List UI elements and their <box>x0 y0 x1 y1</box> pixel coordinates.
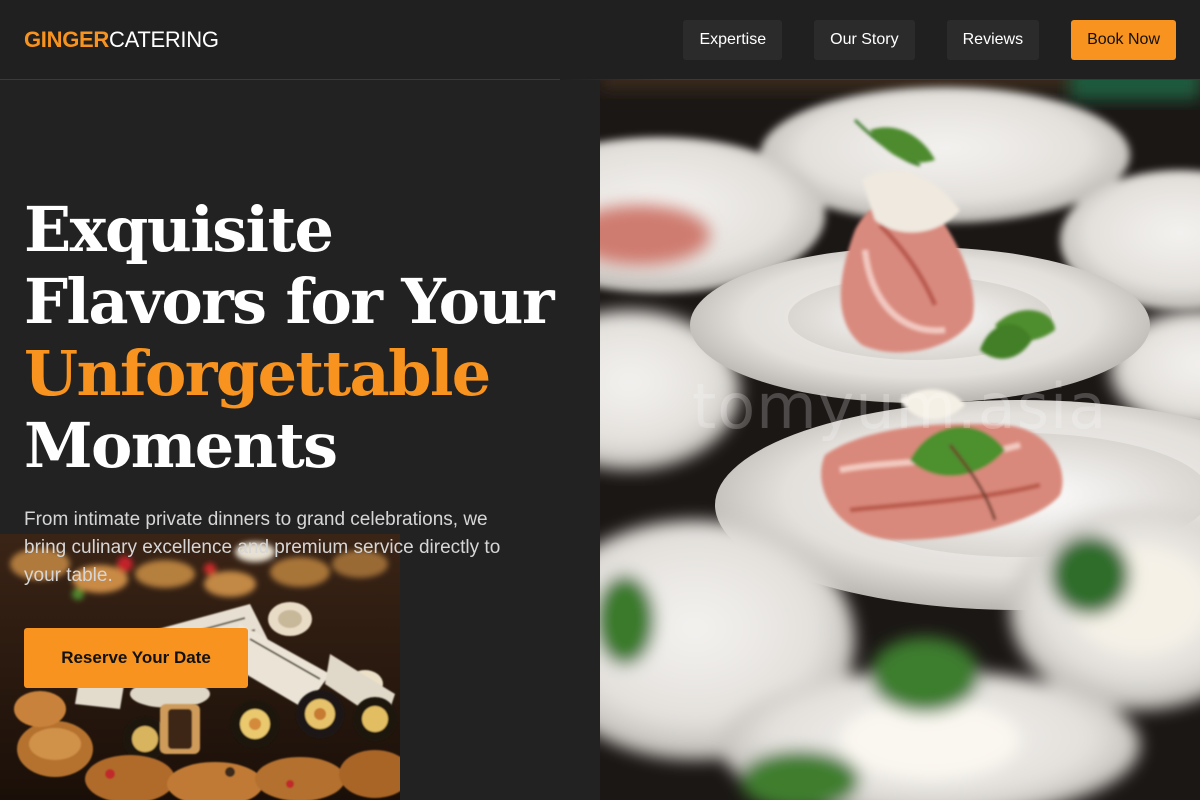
logo-text: CATERING <box>109 27 219 52</box>
site-header: GINGERCATERING Expertise Our Story Revie… <box>0 0 1200 80</box>
main-nav: Expertise Our Story Reviews Book Now <box>683 20 1176 60</box>
headline-line-4: Moments <box>24 409 338 482</box>
headline-line-2: Flavors for Your <box>24 265 555 338</box>
nav-link-reviews[interactable]: Reviews <box>946 20 1040 60</box>
logo[interactable]: GINGERCATERING <box>24 27 219 53</box>
hero-subtitle: From intimate private dinners to grand c… <box>24 509 501 586</box>
hero-headline: Exquisite Flavors for Your Unforgettable… <box>24 194 584 482</box>
headline-line-1: Exquisite <box>24 193 334 266</box>
image-watermark: tomyum.asia <box>692 370 1108 443</box>
nav-link-expertise[interactable]: Expertise <box>683 20 783 60</box>
nav-link-our-story[interactable]: Our Story <box>814 20 915 60</box>
logo-accent-text: GINGER <box>24 27 109 52</box>
book-now-button[interactable]: Book Now <box>1071 20 1176 60</box>
reserve-date-button[interactable]: Reserve Your Date <box>24 628 248 688</box>
headline-highlight: Unforgettable <box>24 337 491 410</box>
